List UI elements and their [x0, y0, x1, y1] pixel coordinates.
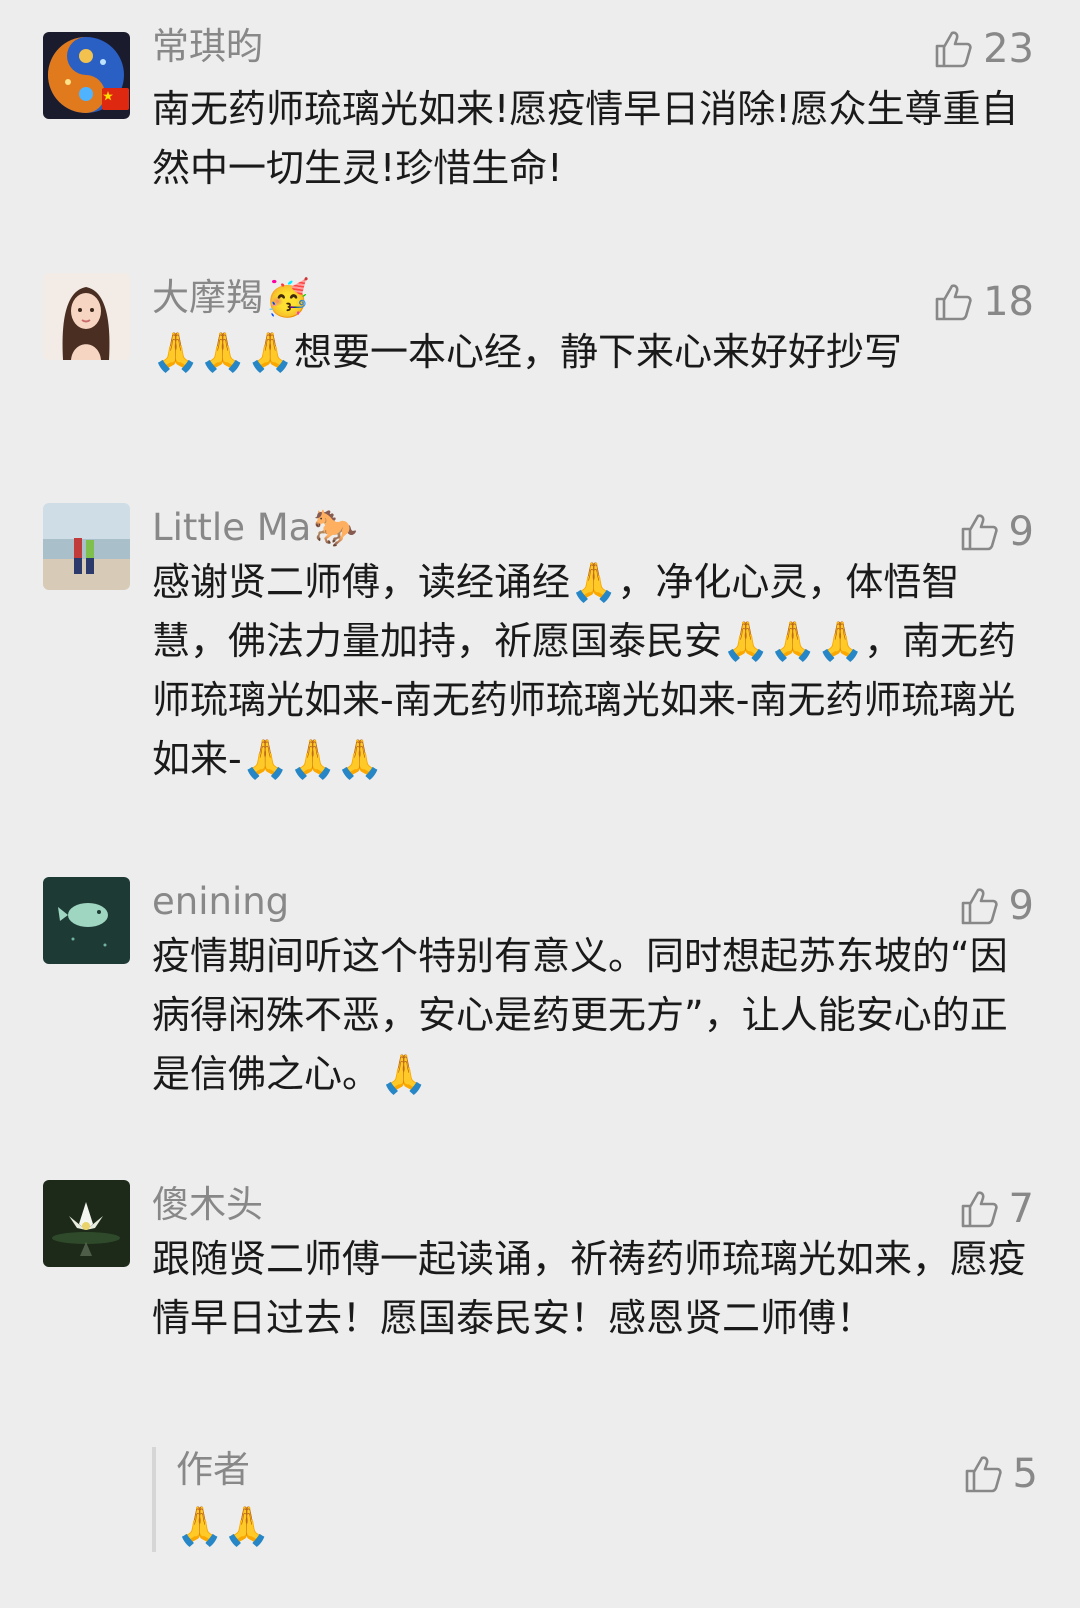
- thumbs-up-icon: [959, 512, 1009, 552]
- commenter-name: Little Ma🐎: [152, 506, 359, 549]
- like-button[interactable]: 18: [933, 279, 1034, 325]
- thumbs-up-icon: [959, 886, 1009, 926]
- author-reply-label: 作者: [176, 1448, 250, 1491]
- partying-face-emoji: 🥳: [265, 278, 310, 319]
- comment-text: 疫情期间听这个特别有意义。同时想起苏东坡的“因病得闲殊不恶，安心是药更无方”，让…: [152, 934, 1008, 1096]
- thumbs-up-icon: [933, 29, 983, 69]
- commenter-name: 大摩羯🥳: [152, 276, 310, 319]
- like-count: 18: [983, 279, 1034, 325]
- comment-text: 🙏🙏🙏想要一本心经，静下来心来好好抄写: [152, 330, 902, 374]
- like-button[interactable]: 23: [933, 26, 1034, 72]
- like-count: 9: [1008, 883, 1034, 929]
- thumbs-up-icon: [963, 1454, 1013, 1494]
- commenter-name: 傻木头: [152, 1183, 263, 1226]
- comment-text: 跟随贤二师傅一起读诵，祈祷药师琉璃光如来，愿疫情早日过去！愿国泰民安！感恩贤二师…: [152, 1237, 1027, 1340]
- author-reply: 作者 5 🙏🙏: [152, 1447, 1038, 1552]
- like-count: 23: [983, 26, 1034, 72]
- avatar[interactable]: [43, 877, 130, 964]
- thumbs-up-icon: [933, 282, 983, 322]
- comment-text: 南无药师琉璃光如来!愿疫情早日消除!愿众生尊重自然中一切生灵!珍惜生命!: [152, 87, 1019, 190]
- like-count: 7: [1008, 1186, 1034, 1232]
- commenter-name: 常琪昀: [152, 25, 263, 68]
- like-count: 5: [1012, 1451, 1038, 1497]
- commenter-name: enining: [152, 880, 290, 923]
- horse-emoji: 🐎: [313, 508, 359, 549]
- like-button[interactable]: 9: [959, 883, 1034, 929]
- avatar[interactable]: [43, 1180, 130, 1267]
- china-flag-icon: [102, 88, 129, 110]
- author-reply-text: 🙏🙏: [176, 1504, 271, 1548]
- like-button[interactable]: 9: [959, 509, 1034, 555]
- comment-text: 感谢贤二师傅，读经诵经🙏，净化心灵，体悟智慧，佛法力量加持，祈愿国泰民安🙏🙏🙏，…: [152, 560, 1016, 781]
- like-count: 9: [1008, 509, 1034, 555]
- thumbs-up-icon: [959, 1189, 1009, 1229]
- avatar[interactable]: [43, 273, 130, 360]
- like-button[interactable]: 7: [959, 1186, 1034, 1232]
- like-button[interactable]: 5: [963, 1451, 1038, 1497]
- avatar[interactable]: [43, 503, 130, 590]
